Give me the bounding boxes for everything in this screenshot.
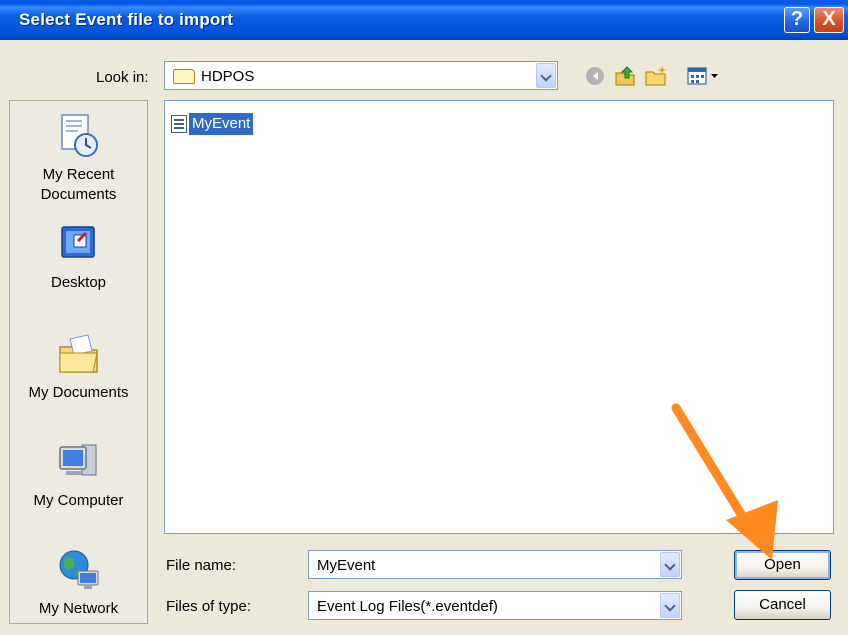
up-folder-icon[interactable] <box>613 64 637 88</box>
place-label: My Recent Documents <box>40 166 117 203</box>
filename-label: File name: <box>166 557 237 574</box>
desktop-icon <box>56 221 102 267</box>
chevron-down-icon[interactable] <box>536 63 556 88</box>
cancel-button[interactable]: Cancel <box>734 590 831 620</box>
place-my-recent-documents[interactable]: My Recent Documents <box>10 113 147 205</box>
help-button[interactable]: ? <box>784 7 810 33</box>
filetype-label: Files of type: <box>166 598 252 615</box>
lookin-dropdown[interactable]: HDPOS <box>164 61 558 90</box>
back-icon[interactable] <box>583 64 607 88</box>
file-icon <box>171 115 187 133</box>
folder-icon <box>173 69 195 84</box>
place-label: Desktop <box>50 274 107 291</box>
filetype-dropdown[interactable]: Event Log Files(*.eventdef) <box>308 591 682 620</box>
file-name: MyEvent <box>189 113 254 135</box>
chevron-down-icon[interactable] <box>660 552 680 577</box>
title-bar[interactable]: Select Event file to import ? X <box>0 0 848 40</box>
filename-field[interactable]: MyEvent <box>308 550 682 579</box>
file-list[interactable]: MyEvent <box>164 100 834 534</box>
filetype-value: Event Log Files(*.eventdef) <box>317 598 498 615</box>
lookin-value: HDPOS <box>201 68 255 85</box>
my-documents-icon <box>56 331 102 377</box>
place-my-documents[interactable]: My Documents <box>10 331 147 403</box>
window-title: Select Event file to import <box>19 10 234 29</box>
lookin-label: Look in: <box>96 69 149 86</box>
chevron-down-icon[interactable] <box>660 593 680 618</box>
place-my-computer[interactable]: My Computer <box>10 439 147 511</box>
my-computer-icon <box>56 439 102 485</box>
place-label: My Computer <box>33 492 124 509</box>
open-button[interactable]: Open <box>734 550 831 580</box>
views-menu-icon[interactable] <box>686 64 722 88</box>
place-label: My Documents <box>28 384 129 401</box>
place-label: My Network <box>38 600 119 617</box>
recent-documents-icon <box>56 113 102 159</box>
new-folder-icon[interactable] <box>644 64 668 88</box>
filename-value: MyEvent <box>317 557 376 574</box>
place-my-network[interactable]: My Network <box>10 547 147 619</box>
place-desktop[interactable]: Desktop <box>10 221 147 293</box>
my-network-icon <box>56 547 102 593</box>
close-button[interactable]: X <box>814 7 844 33</box>
places-bar: My Recent Documents Desktop My Documents <box>9 100 148 624</box>
